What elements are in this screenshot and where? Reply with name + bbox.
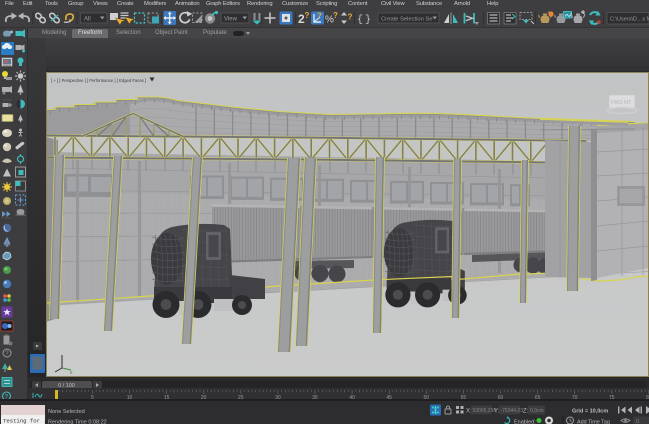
- svg-text:None Selected: None Selected: [48, 409, 85, 415]
- svg-text:0: 0: [636, 419, 639, 424]
- svg-text:?: ?: [317, 12, 322, 21]
- svg-text:Create Selection Se: Create Selection Se: [381, 16, 433, 22]
- svg-text:0,0cm: 0,0cm: [530, 408, 544, 414]
- svg-text:Testing for .: Testing for .: [3, 417, 47, 424]
- svg-text:Rendering Time 0:08:22: Rendering Time 0:08:22: [48, 420, 107, 424]
- svg-text:All: All: [84, 17, 91, 23]
- svg-text:53065,256: 53065,256: [473, 408, 497, 414]
- svg-text:C:\Users\D…s Max 2022: C:\Users\D…s Max 2022: [610, 17, 649, 23]
- svg-text:-75344,03: -75344,03: [501, 408, 524, 414]
- svg-text:Z:: Z:: [523, 409, 529, 415]
- svg-text:Enabled:: Enabled:: [514, 419, 536, 424]
- svg-text:Add Time Tag: Add Time Tag: [577, 419, 610, 424]
- svg-text:?: ?: [333, 11, 338, 20]
- svg-text:?: ?: [348, 13, 353, 22]
- svg-text:Y:: Y:: [494, 409, 500, 415]
- svg-text:View: View: [224, 17, 238, 23]
- svg-text:{ }: { }: [357, 14, 371, 26]
- svg-text:[ + ] [ Perspective ] [ Perfor: [ + ] [ Perspective ] [ Performance ] [ …: [51, 78, 146, 83]
- svg-text:FRO NT: FRO NT: [611, 100, 632, 106]
- svg-text:?: ?: [305, 11, 310, 20]
- svg-text:Grid = 10,0cm: Grid = 10,0cm: [572, 409, 608, 415]
